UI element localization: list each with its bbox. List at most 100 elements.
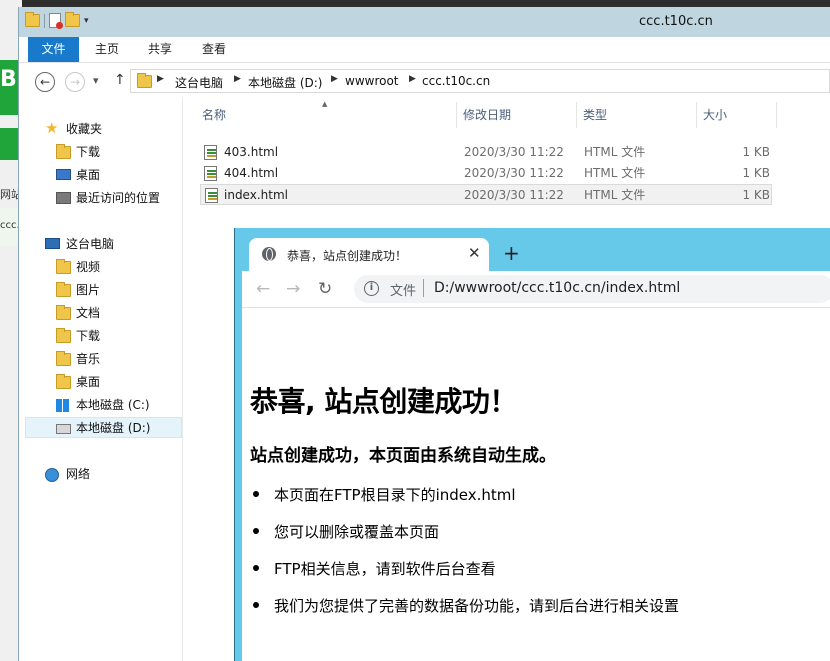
star-icon: ★: [45, 119, 59, 137]
url-text[interactable]: D:/wwwroot/ccc.t10c.cn/index.html: [434, 280, 680, 296]
nav-label: 最近访问的位置: [76, 191, 161, 205]
nav-label: 桌面: [76, 375, 101, 389]
nav-pictures[interactable]: 图片: [19, 280, 183, 301]
browser-toolbar: ← → ↻ i 文件 D:/wwwroot/ccc.t10c.cn/index.…: [242, 271, 830, 308]
close-tab-icon[interactable]: ✕: [468, 244, 481, 262]
file-date: 2020/3/30 11:22: [464, 188, 564, 202]
file-type: HTML 文件: [584, 188, 646, 202]
column-name[interactable]: 名称: [196, 102, 457, 128]
nav-label: 收藏夹: [66, 122, 103, 136]
file-row[interactable]: 403.html 2020/3/30 11:22 HTML 文件 1 KB: [200, 142, 772, 163]
omnibox[interactable]: i 文件 D:/wwwroot/ccc.t10c.cn/index.html: [354, 275, 830, 303]
videos-folder-icon: [56, 259, 71, 274]
file-row-selected[interactable]: index.html 2020/3/30 11:22 HTML 文件 1 KB: [200, 184, 772, 205]
nav-downloads[interactable]: 下载: [19, 326, 183, 347]
nav-favorites[interactable]: ★ 收藏夹: [19, 119, 183, 140]
list-item: 本页面在FTP根目录下的index.html: [250, 484, 679, 521]
nav-network[interactable]: 网络: [19, 464, 183, 485]
tab-file[interactable]: 文件: [28, 37, 79, 62]
nav-drive-d[interactable]: 本地磁盘 (D:): [25, 417, 182, 438]
globe-icon: [262, 247, 276, 261]
html-file-icon: [204, 166, 217, 181]
quick-access-toolbar: ▾: [25, 12, 89, 29]
downloads-folder-icon: [56, 328, 71, 343]
file-name: 404.html: [224, 166, 279, 180]
computer-icon: [45, 238, 60, 249]
nav-fav-desktop[interactable]: 桌面: [19, 165, 183, 186]
file-type: HTML 文件: [584, 166, 646, 180]
back-button[interactable]: ←: [35, 72, 55, 92]
back-arrow-icon[interactable]: ←: [256, 279, 270, 299]
file-date: 2020/3/30 11:22: [464, 145, 564, 159]
properties-icon[interactable]: [49, 13, 63, 29]
forward-arrow-icon[interactable]: →: [286, 279, 300, 299]
nav-label: 这台电脑: [66, 237, 115, 251]
nav-label: 下载: [76, 145, 101, 159]
tab-share[interactable]: 共享: [140, 37, 180, 62]
address-bar[interactable]: ▶ 这台电脑 ▶ 本地磁盘 (D:) ▶ wwwroot ▶ ccc.t10c.…: [130, 69, 830, 93]
page-heading: 恭喜, 站点创建成功！: [250, 385, 517, 418]
list-item: 您可以删除或覆盖本页面: [250, 521, 679, 558]
nav-videos[interactable]: 视频: [19, 257, 183, 278]
documents-folder-icon: [56, 305, 71, 320]
nav-drive-c[interactable]: 本地磁盘 (C:): [19, 395, 183, 416]
nav-documents[interactable]: 文档: [19, 303, 183, 324]
file-name: 403.html: [224, 145, 279, 159]
breadcrumb-separator[interactable]: ▶: [157, 74, 164, 84]
separator: [423, 279, 424, 297]
list-item: FTP相关信息，请到软件后台查看: [250, 558, 679, 595]
page-subheading: 站点创建成功，本页面由系统自动生成。: [250, 446, 556, 466]
nav-label: 图片: [76, 283, 101, 297]
tab-title: 恭喜，站点创建成功！: [287, 249, 408, 263]
network-icon: [45, 468, 59, 482]
column-type[interactable]: 类型: [577, 102, 697, 128]
ribbon-tabs: 文件 主页 共享 查看: [19, 37, 830, 63]
separator: [44, 13, 45, 28]
nav-label: 本地磁盘 (C:): [76, 398, 150, 412]
nav-label: 网络: [66, 467, 91, 481]
column-date-modified[interactable]: 修改日期: [457, 102, 577, 128]
up-button[interactable]: ↑: [114, 72, 126, 88]
file-name: index.html: [224, 188, 288, 202]
breadcrumb-separator[interactable]: ▶: [234, 74, 241, 84]
column-size[interactable]: 大小: [697, 102, 777, 128]
browser-tab[interactable]: 恭喜，站点创建成功！ ✕: [249, 238, 489, 271]
desktop-folder-icon: [56, 374, 71, 389]
pictures-folder-icon: [56, 282, 71, 297]
file-row[interactable]: 404.html 2020/3/30 11:22 HTML 文件 1 KB: [200, 163, 772, 184]
breadcrumb-wwwroot[interactable]: wwwroot: [345, 74, 399, 88]
folder-icon[interactable]: [25, 12, 40, 27]
file-size: 1 KB: [742, 166, 770, 180]
breadcrumb-drive-d[interactable]: 本地磁盘 (D:): [248, 74, 322, 91]
nav-fav-recent[interactable]: 最近访问的位置: [19, 188, 183, 209]
html-file-icon: [205, 188, 218, 203]
folder-icon: [137, 73, 152, 88]
file-type: HTML 文件: [584, 145, 646, 159]
new-tab-button[interactable]: +: [503, 241, 520, 265]
tab-view[interactable]: 查看: [194, 37, 234, 62]
desktop-icon: [56, 169, 71, 180]
breadcrumb-this-pc[interactable]: 这台电脑: [175, 74, 223, 91]
nav-desktop[interactable]: 桌面: [19, 372, 183, 393]
customize-dropdown-icon[interactable]: ▾: [84, 16, 89, 26]
forward-button[interactable]: →: [65, 72, 85, 92]
tab-home[interactable]: 主页: [87, 37, 127, 62]
html-file-icon: [204, 145, 217, 160]
nav-music[interactable]: 音乐: [19, 349, 183, 370]
nav-fav-downloads[interactable]: 下载: [19, 142, 183, 163]
breadcrumb-current-folder[interactable]: ccc.t10c.cn: [422, 74, 490, 88]
info-icon[interactable]: i: [364, 281, 379, 296]
breadcrumb-separator[interactable]: ▶: [409, 74, 416, 84]
nav-label: 下载: [76, 329, 101, 343]
new-folder-icon[interactable]: [65, 12, 80, 27]
file-date: 2020/3/30 11:22: [464, 166, 564, 180]
window-title: ccc.t10c.cn: [639, 14, 713, 29]
reload-icon[interactable]: ↻: [318, 279, 332, 299]
drive-icon: [56, 424, 71, 434]
recent-locations-dropdown[interactable]: ▾: [93, 74, 99, 87]
breadcrumb-separator[interactable]: ▶: [331, 74, 338, 84]
browser-window: 恭喜，站点创建成功！ ✕ + ← → ↻ i 文件 D:/wwwroot/ccc…: [234, 228, 830, 661]
nav-this-pc[interactable]: 这台电脑: [19, 234, 183, 255]
music-folder-icon: [56, 351, 71, 366]
nav-label: 视频: [76, 260, 101, 274]
